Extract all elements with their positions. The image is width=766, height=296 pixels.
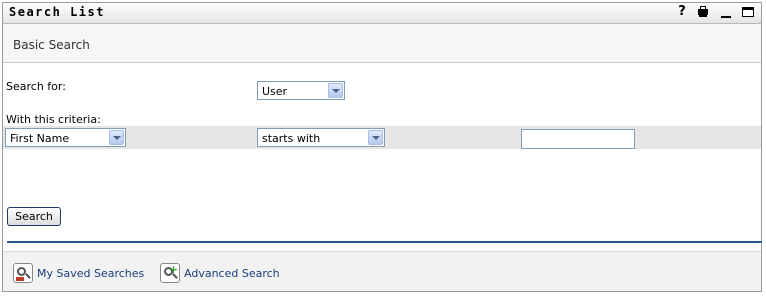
operator-select[interactable]: starts with (257, 128, 385, 147)
portlet-title: Search List (9, 5, 105, 19)
my-saved-searches-link[interactable]: My Saved Searches (37, 267, 144, 280)
advanced-search-link[interactable]: Advanced Search (184, 267, 280, 280)
divider (7, 241, 762, 243)
criteria-label: With this criteria: (6, 113, 101, 126)
chevron-down-icon (109, 130, 124, 145)
chevron-down-icon (328, 83, 343, 98)
search-for-value: User (262, 85, 288, 98)
maximize-icon[interactable] (741, 5, 755, 19)
criteria-row: First Name starts with (3, 126, 761, 149)
footer: My Saved Searches + Advanced Search (3, 251, 761, 291)
basic-search-header: Basic Search (3, 24, 761, 63)
criteria-value-input[interactable] (521, 129, 635, 149)
attribute-select[interactable]: First Name (5, 128, 126, 147)
help-icon[interactable]: ? (675, 5, 689, 19)
minimize-icon[interactable] (719, 5, 733, 19)
search-for-select[interactable]: User (257, 81, 345, 100)
title-bar: Search List ? (3, 3, 761, 24)
basic-search-label: Basic Search (13, 38, 90, 52)
attribute-value: First Name (10, 132, 70, 145)
operator-value: starts with (262, 132, 321, 145)
search-list-portlet: Search List ? Basic Search Search for: U… (2, 2, 762, 292)
print-icon[interactable] (696, 5, 710, 19)
advanced-search-icon[interactable]: + (160, 263, 180, 283)
search-for-label: Search for: (6, 80, 66, 93)
chevron-down-icon (368, 130, 383, 145)
saved-searches-icon[interactable] (13, 263, 33, 283)
search-button[interactable]: Search (7, 207, 61, 226)
